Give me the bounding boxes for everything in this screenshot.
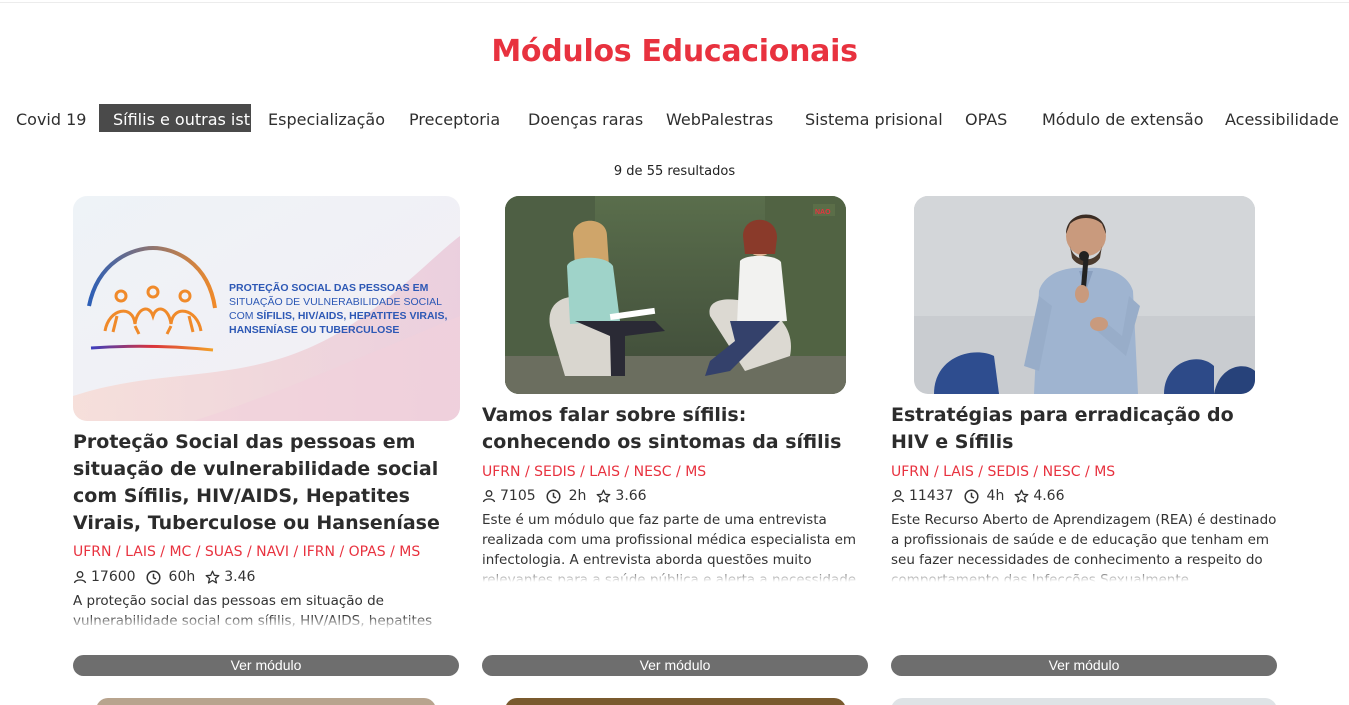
view-module-button[interactable]: Ver módulo (891, 655, 1277, 676)
banner-line-1: PROTEÇÃO SOCIAL DAS PESSOAS EM (229, 281, 429, 294)
module-title[interactable]: Vamos falar sobre sífilis: conhecendo os… (482, 402, 867, 456)
students-count: 7105 (500, 488, 536, 504)
tab-especializacao[interactable]: Especialização (254, 104, 399, 132)
banner-line-3a: COM (229, 310, 256, 322)
tab-modulo-extensao[interactable]: Módulo de extensão (1028, 104, 1218, 132)
clock-icon (546, 488, 561, 504)
students-count: 17600 (91, 569, 136, 585)
module-description: A proteção social das pessoas em situaçã… (73, 591, 463, 629)
module-institutions: UFRN / LAIS / SEDIS / NESC / MS (891, 464, 1116, 480)
page-title: Módulos Educacionais (491, 34, 858, 69)
duration: 60h (168, 569, 196, 585)
duration: 4h (986, 488, 1005, 504)
user-icon (482, 490, 496, 503)
description-fade (891, 568, 1283, 582)
svg-text:NAO: NAO (815, 209, 831, 216)
tab-sistema-prisional[interactable]: Sistema prisional (791, 104, 957, 132)
module-title[interactable]: Estratégias para erradicação do HIV e Sí… (891, 402, 1276, 456)
students-count: 11437 (909, 488, 954, 504)
rating: 4.66 (1033, 488, 1065, 504)
banner-line-4: HANSENÍASE OU TUBERCULOSE (229, 323, 399, 336)
clock-icon (963, 488, 979, 504)
description-fade (482, 568, 877, 582)
rating: 3.66 (615, 488, 647, 504)
view-module-button[interactable]: Ver módulo (482, 655, 868, 676)
module-stats: 17600 60h 3.46 (73, 569, 255, 585)
clock-icon (145, 569, 161, 585)
description-fade (73, 615, 463, 629)
view-module-button[interactable]: Ver módulo (73, 655, 459, 676)
module-thumbnail[interactable]: NAO (505, 196, 846, 394)
banner-image: PROTEÇÃO SOCIAL DAS PESSOAS EM SITUAÇÃO … (73, 196, 460, 421)
interview-image: NAO (505, 196, 846, 394)
user-icon (891, 490, 905, 503)
svg-text:COM SÍFILIS, HIV/AIDS, HEPATIT: COM SÍFILIS, HIV/AIDS, HEPATITES VIRAIS, (229, 309, 447, 322)
module-thumbnail[interactable]: PROTEÇÃO SOCIAL DAS PESSOAS EM SITUAÇÃO … (73, 196, 460, 421)
star-icon (205, 570, 220, 584)
module-institutions: UFRN / SEDIS / LAIS / NESC / MS (482, 464, 707, 480)
next-row-thumbnail[interactable] (505, 698, 846, 705)
tab-doencas-raras[interactable]: Doenças raras (514, 104, 657, 132)
rating: 3.46 (224, 569, 256, 585)
next-row-thumbnail[interactable] (96, 698, 436, 705)
speaker-image (914, 196, 1255, 394)
star-icon (596, 489, 611, 503)
module-stats: 7105 2h 3.66 (482, 488, 647, 504)
next-row-thumbnail[interactable] (891, 698, 1277, 705)
tab-preceptoria[interactable]: Preceptoria (395, 104, 514, 132)
tab-opas[interactable]: OPAS (951, 104, 1021, 132)
user-icon (73, 571, 87, 584)
module-institutions: UFRN / LAIS / MC / SUAS / NAVI / IFRN / … (73, 544, 421, 560)
results-count: 9 de 55 resultados (613, 164, 736, 179)
duration: 2h (568, 488, 587, 504)
banner-line-3b: SÍFILIS, HIV/AIDS, HEPATITES VIRAIS, (256, 309, 447, 322)
category-tabs: Covid 19 Sífilis e outras ist Especializ… (0, 104, 1349, 132)
module-thumbnail[interactable] (914, 196, 1255, 394)
banner-line-2: SITUAÇÃO DE VULNERABILIDADE SOCIAL (229, 295, 442, 308)
module-stats: 11437 4h 4.66 (891, 488, 1065, 504)
tab-webpalestras[interactable]: WebPalestras (652, 104, 787, 132)
tab-covid-19[interactable]: Covid 19 (2, 104, 100, 132)
top-divider (0, 2, 1349, 3)
module-title[interactable]: Proteção Social das pessoas em situação … (73, 429, 458, 537)
module-description: Este é um módulo que faz parte de uma en… (482, 510, 877, 582)
star-icon (1014, 489, 1029, 503)
tab-sifilis[interactable]: Sífilis e outras ist (99, 104, 251, 132)
module-description: Este Recurso Aberto de Aprendizagem (REA… (891, 510, 1283, 582)
tab-acessibilidade[interactable]: Acessibilidade (1211, 104, 1349, 132)
